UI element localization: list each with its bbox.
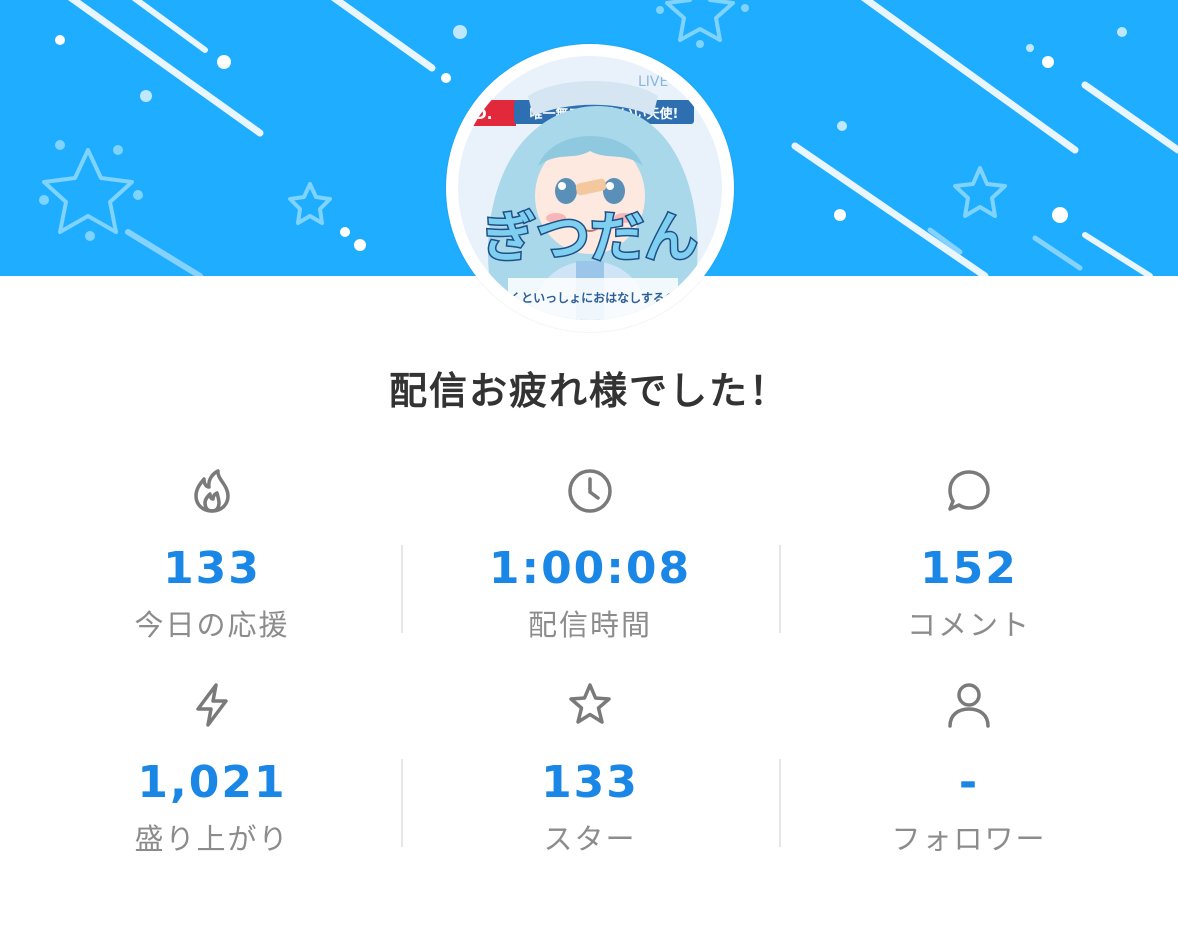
stat-divider: [401, 759, 403, 847]
lightning-icon: [188, 681, 236, 729]
stat-divider: [779, 759, 781, 847]
avatar-name-text: ぎつだん: [482, 206, 698, 269]
stat-excitement: 1,021 盛り上がり: [22, 669, 402, 869]
stat-label: 盛り上がり: [134, 822, 290, 856]
stat-followers: - フォロワー: [779, 669, 1159, 869]
avatar-caption-text: ぼくといっしょにおはなしするのだ: [497, 291, 689, 305]
avatar-image: ED. 唯一無二のかわいい天使! LIVE ぎつだん: [458, 56, 722, 320]
page-title: 配信お疲れ様でした！: [388, 369, 789, 413]
stat-stars: 133 スター: [400, 669, 780, 869]
stat-value: 152: [920, 543, 1018, 594]
stat-value: -: [958, 757, 980, 808]
stat-value: 133: [541, 757, 639, 808]
stat-today-support: 133 今日の応援: [22, 455, 402, 655]
avatar-corner-text: LIVE: [638, 74, 668, 90]
stat-label: コメント: [906, 608, 1031, 642]
stat-label: 今日の応援: [134, 608, 290, 642]
stat-label: フォロワー: [891, 822, 1047, 856]
stat-value: 133: [163, 543, 261, 594]
stat-divider: [401, 545, 403, 633]
star-icon: [566, 681, 614, 729]
clock-icon: [566, 467, 614, 515]
stat-divider: [779, 545, 781, 633]
stat-value: 1:00:08: [488, 543, 692, 594]
flame-icon: [188, 467, 236, 515]
person-icon: [945, 681, 993, 729]
streamer-avatar[interactable]: ED. 唯一無二のかわいい天使! LIVE ぎつだん: [446, 44, 734, 332]
stat-label: 配信時間: [527, 608, 652, 642]
stat-comments: 152 コメント: [779, 455, 1159, 655]
stat-stream-time: 1:00:08 配信時間: [400, 455, 780, 655]
stat-label: スター: [543, 822, 637, 856]
stat-value: 1,021: [137, 757, 287, 808]
comment-icon: [945, 467, 993, 515]
